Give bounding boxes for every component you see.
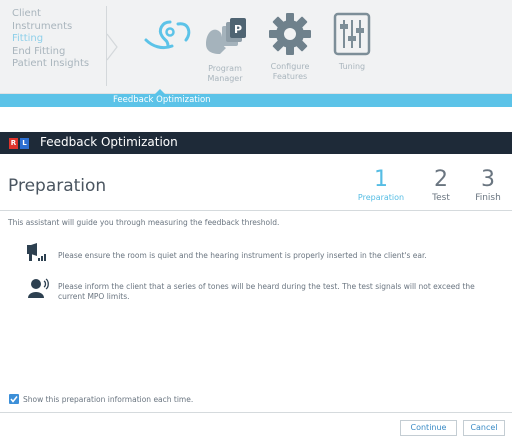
step-label: Test [432, 193, 450, 203]
nav-item-end-fitting[interactable]: End Fitting [12, 46, 89, 59]
tool-feedback-optimization[interactable] [142, 16, 198, 60]
step-label: Preparation [357, 193, 405, 202]
show-each-time-label[interactable]: Show this preparation information each t… [23, 395, 193, 404]
nav-item-fitting[interactable]: Fitting [12, 33, 89, 46]
step-finish: 3 Finish [468, 167, 508, 204]
right-ear-badge: R [9, 138, 18, 149]
tool-label: Tuning [338, 62, 366, 71]
checkmark-icon [10, 396, 18, 403]
active-tool-label: Feedback Optimization [113, 95, 211, 105]
continue-button[interactable]: Continue [400, 420, 457, 436]
workflow-nav: Client Instruments Fitting End Fitting P… [12, 8, 89, 71]
svg-text:P: P [234, 23, 242, 36]
quiet-room-icon [27, 243, 46, 261]
sliders-icon [333, 12, 371, 56]
step-number: 2 [434, 167, 448, 192]
inform-client-icon [28, 278, 49, 298]
tool-label: Program Manager [207, 64, 243, 83]
nav-item-patient-insights[interactable]: Patient Insights [12, 58, 89, 71]
intro-text: This assistant will guide you through me… [8, 218, 280, 227]
chevron-right-icon [106, 33, 118, 61]
step-test: 2 Test [422, 167, 460, 204]
tool-program-manager[interactable]: P Program Manager [200, 10, 250, 83]
step-number: 3 [481, 167, 495, 192]
ear-feedback-icon [144, 20, 191, 50]
tool-tuning[interactable]: Tuning [332, 10, 372, 72]
show-each-time-checkbox[interactable] [9, 394, 19, 404]
top-navigation: Client Instruments Fitting End Fitting P… [0, 0, 512, 94]
dialog-title: Feedback Optimization [40, 135, 178, 149]
step-number: 1 [374, 167, 388, 192]
cancel-button[interactable]: Cancel [463, 420, 505, 436]
divider [0, 210, 512, 211]
nav-item-client[interactable]: Client [12, 8, 89, 21]
left-ear-badge: L [20, 138, 29, 149]
footer-divider [0, 412, 512, 413]
tool-label: Configure Features [270, 62, 310, 81]
step-label: Finish [475, 193, 501, 203]
instruction-quiet-room: Please ensure the room is quiet and the … [58, 251, 427, 260]
active-indicator [155, 89, 165, 94]
program-manager-icon: P [206, 18, 246, 54]
active-tool-bar: Feedback Optimization [0, 89, 512, 107]
gear-icon [269, 13, 311, 55]
nav-item-instruments[interactable]: Instruments [12, 21, 89, 34]
tool-configure-features[interactable]: Configure Features [266, 10, 314, 81]
instruction-inform-client: Please inform the client that a series o… [58, 282, 475, 301]
dialog-title-bar: R L Feedback Optimization [0, 132, 512, 154]
page-title: Preparation [8, 176, 107, 196]
step-preparation: 1 Preparation [350, 167, 412, 203]
